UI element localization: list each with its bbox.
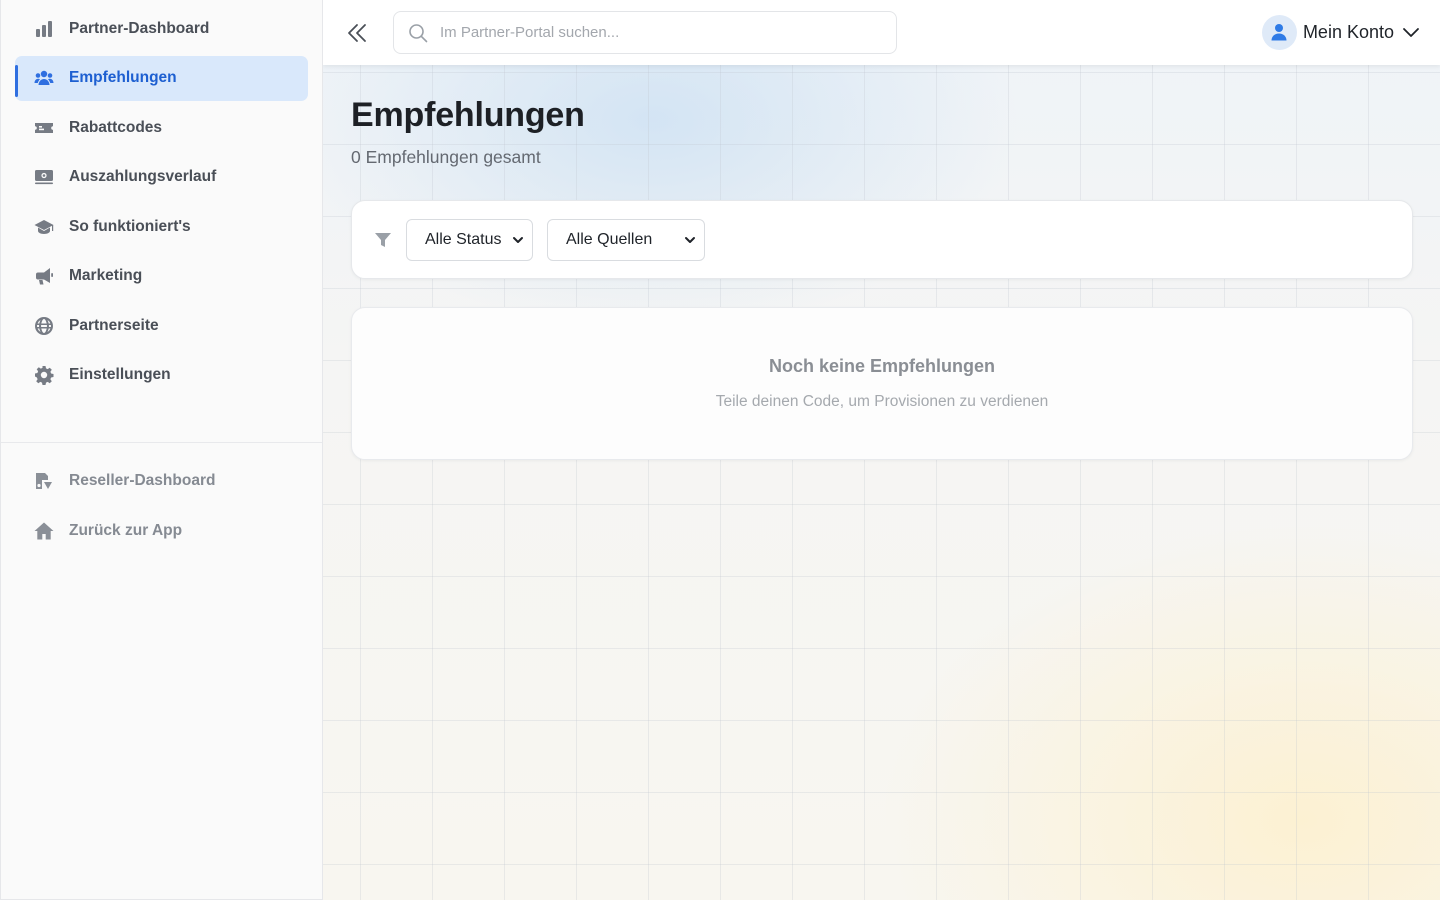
sidebar-item-rabattcodes[interactable]: Rabattcodes xyxy=(15,105,308,150)
sidebar-item-label: Rabattcodes xyxy=(69,118,163,136)
sidebar-item-label: So funktioniert's xyxy=(69,217,191,235)
status-filter-value: Alle Status xyxy=(425,230,502,248)
sidebar: Partner-Dashboard Empfehlungen Rabattcod… xyxy=(0,0,323,900)
topbar: Mein Konto xyxy=(323,0,1440,65)
globe-icon xyxy=(33,315,55,337)
empty-state-card: Noch keine Empfehlungen Teile deinen Cod… xyxy=(351,307,1413,460)
graduation-cap-icon xyxy=(33,216,55,238)
page-subtitle: 0 Empfehlungen gesamt xyxy=(351,147,541,167)
sidebar-item-label: Einstellungen xyxy=(69,366,171,383)
source-filter-select[interactable]: Alle Quellen xyxy=(547,218,705,261)
sidebar-item-label: Partnerseite xyxy=(69,316,159,334)
filter-bar: Alle Status Alle Quellen xyxy=(351,200,1413,279)
sidebar-item-label: Marketing xyxy=(69,267,143,284)
search-box[interactable] xyxy=(393,11,897,54)
double-chevron-left-icon xyxy=(348,24,366,42)
sidebar-secondary-nav: Reseller-Dashboard Zurück zur App xyxy=(1,459,322,554)
sidebar-divider xyxy=(1,441,322,443)
bar-chart-icon xyxy=(33,18,55,40)
sidebar-item-label: Auszahlungsverlauf xyxy=(69,168,217,185)
sidebar-item-marketing[interactable]: Marketing xyxy=(15,254,308,299)
chevron-down-icon xyxy=(513,236,523,243)
reseller-icon xyxy=(33,470,55,492)
search-input[interactable] xyxy=(440,24,880,41)
empty-state-text: Teile deinen Code, um Provisionen zu ver… xyxy=(715,393,1049,410)
sidebar-item-einstellungen[interactable]: Einstellungen xyxy=(15,353,308,398)
sidebar-item-reseller-dashboard[interactable]: Reseller-Dashboard xyxy=(15,459,308,504)
home-icon xyxy=(33,520,55,542)
sidebar-item-empfehlungen[interactable]: Empfehlungen xyxy=(15,55,308,101)
chevron-down-icon xyxy=(1403,28,1419,37)
source-filter-value: Alle Quellen xyxy=(566,230,653,248)
sidebar-item-partner-dashboard[interactable]: Partner-Dashboard xyxy=(15,6,308,51)
sidebar-item-label: Partner-Dashboard xyxy=(69,19,210,37)
sidebar-item-label: Empfehlungen xyxy=(69,69,177,86)
sidebar-item-partnerseite[interactable]: Partnerseite xyxy=(15,303,308,348)
gear-icon xyxy=(33,364,55,386)
page-content: Empfehlungen 0 Empfehlungen gesamt Alle … xyxy=(351,96,1413,460)
sidebar-item-label: Zurück zur App xyxy=(69,521,183,539)
status-filter-select[interactable]: Alle Status xyxy=(406,218,533,261)
ticket-icon xyxy=(33,117,55,139)
sidebar-item-label: Reseller-Dashboard xyxy=(69,472,216,489)
chevron-down-icon xyxy=(685,236,695,243)
megaphone-icon xyxy=(33,265,55,287)
collapse-sidebar-button[interactable] xyxy=(341,18,373,48)
avatar xyxy=(1261,14,1297,50)
sidebar-item-so-funktionierts[interactable]: So funktioniert's xyxy=(15,204,308,249)
account-menu[interactable]: Mein Konto xyxy=(1261,14,1420,50)
search-icon xyxy=(408,23,428,43)
main-area: Mein Konto Empfehlungen 0 Empfehlungen g… xyxy=(323,0,1440,900)
sidebar-item-zurueck-zur-app[interactable]: Zurück zur App xyxy=(15,508,308,553)
sidebar-item-auszahlungsverlauf[interactable]: Auszahlungsverlauf xyxy=(15,155,308,200)
user-icon xyxy=(1271,24,1287,41)
filter-icon xyxy=(374,231,392,249)
page-title: Empfehlungen xyxy=(351,96,585,134)
sidebar-nav: Partner-Dashboard Empfehlungen Rabattcod… xyxy=(1,0,322,398)
account-label: Mein Konto xyxy=(1302,21,1394,42)
money-bill-icon xyxy=(33,166,55,188)
users-icon xyxy=(33,67,55,89)
empty-state-title: Noch keine Empfehlungen xyxy=(768,356,996,376)
